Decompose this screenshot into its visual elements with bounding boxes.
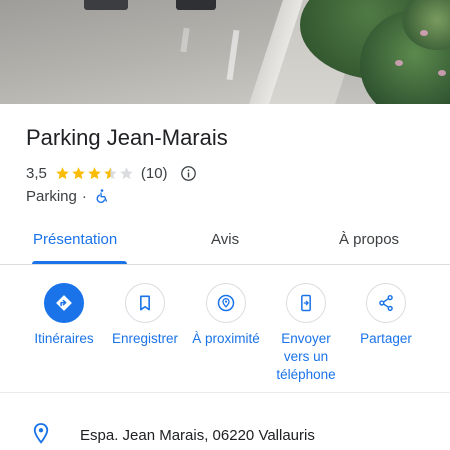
save-button-circle[interactable] (125, 283, 165, 323)
rating-score: 3,5 (26, 164, 47, 182)
save-label: Enregistrer (111, 331, 179, 346)
rating-row[interactable]: 3,5 (10) (26, 163, 197, 183)
info-icon[interactable] (180, 165, 197, 182)
review-count[interactable]: (10) (141, 165, 168, 182)
tab-about[interactable]: À propos (339, 231, 399, 248)
action-buttons: Itinéraires Enregistrer À proximité Envo… (0, 283, 450, 383)
address-text: Espa. Jean Marais, 06220 Vallauris (80, 427, 315, 444)
tab-reviews[interactable]: Avis (211, 231, 239, 248)
send-to-phone-label: Envoyer vers un téléphone (276, 331, 336, 382)
star-empty-icon (120, 166, 133, 179)
photo-flower (395, 60, 403, 66)
star-full-icon (72, 166, 85, 179)
nearby-label: À proximité (192, 331, 260, 346)
tab-overview[interactable]: Présentation (33, 231, 117, 248)
section-divider (0, 392, 450, 393)
directions-icon (56, 295, 72, 311)
directions-button[interactable]: Itinéraires (19, 283, 109, 348)
place-title: Parking Jean-Marais (26, 125, 228, 150)
bookmark-icon (140, 295, 150, 311)
separator-dot: · (81, 187, 87, 205)
nearby-button-circle[interactable] (206, 283, 246, 323)
nearby-icon (217, 294, 235, 312)
photo-flower (420, 30, 428, 36)
share-icon (379, 294, 393, 312)
share-label: Partager (360, 331, 412, 346)
directions-button-circle[interactable] (44, 283, 84, 323)
save-button[interactable]: Enregistrer (100, 283, 190, 348)
active-tab-indicator (32, 261, 127, 264)
category-row: Parking · (26, 186, 110, 206)
location-pin-icon (33, 423, 49, 444)
directions-label: Itinéraires (34, 331, 94, 346)
address-row[interactable]: Espa. Jean Marais, 06220 Vallauris (0, 418, 450, 450)
star-rating (55, 166, 135, 181)
send-to-phone-icon (301, 294, 311, 312)
send-to-phone-button[interactable]: Envoyer vers un téléphone (261, 283, 351, 384)
star-half-icon (104, 166, 117, 179)
star-full-icon (88, 166, 101, 179)
wheelchair-accessible-icon (96, 189, 107, 204)
place-category: Parking (26, 187, 77, 205)
send-to-phone-button-circle[interactable] (286, 283, 326, 323)
photo-flower (438, 70, 446, 76)
photo-car (176, 0, 216, 10)
photo-car (84, 0, 128, 10)
place-tabs: Présentation Avis À propos (0, 222, 450, 265)
share-button-circle[interactable] (366, 283, 406, 323)
star-full-icon (56, 166, 69, 179)
nearby-button[interactable]: À proximité (181, 283, 271, 348)
place-photo[interactable] (0, 0, 450, 104)
share-button[interactable]: Partager (341, 283, 431, 348)
